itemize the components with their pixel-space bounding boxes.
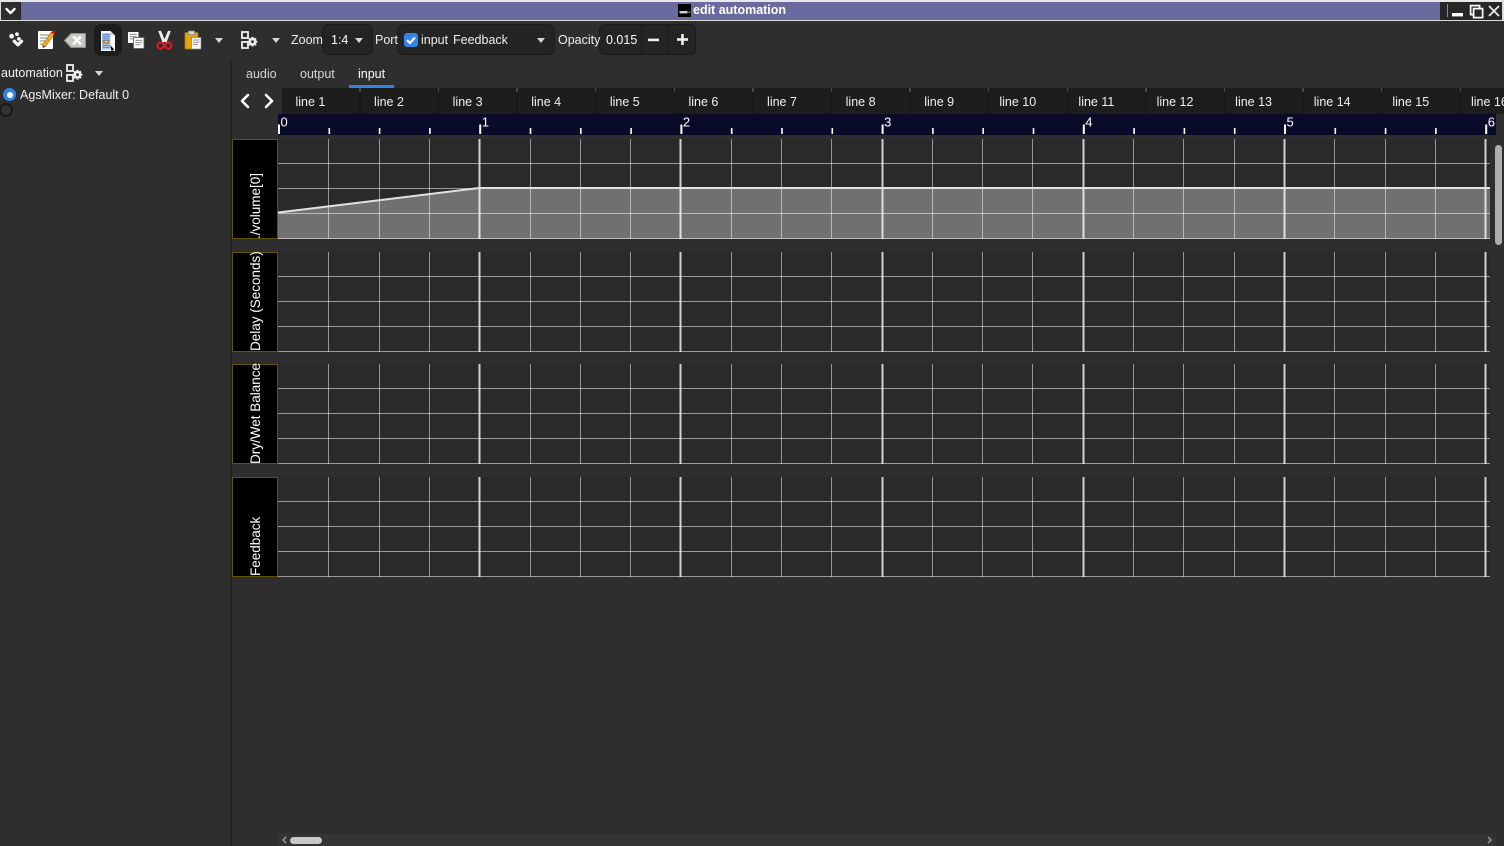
svg-text:1: 1 [482,115,489,130]
svg-text:0: 0 [281,115,288,130]
svg-text:3: 3 [884,115,891,130]
svg-text:5: 5 [1287,115,1294,130]
svg-text:6: 6 [1488,115,1495,130]
svg-text:4: 4 [1085,115,1092,130]
svg-text:2: 2 [683,115,690,130]
